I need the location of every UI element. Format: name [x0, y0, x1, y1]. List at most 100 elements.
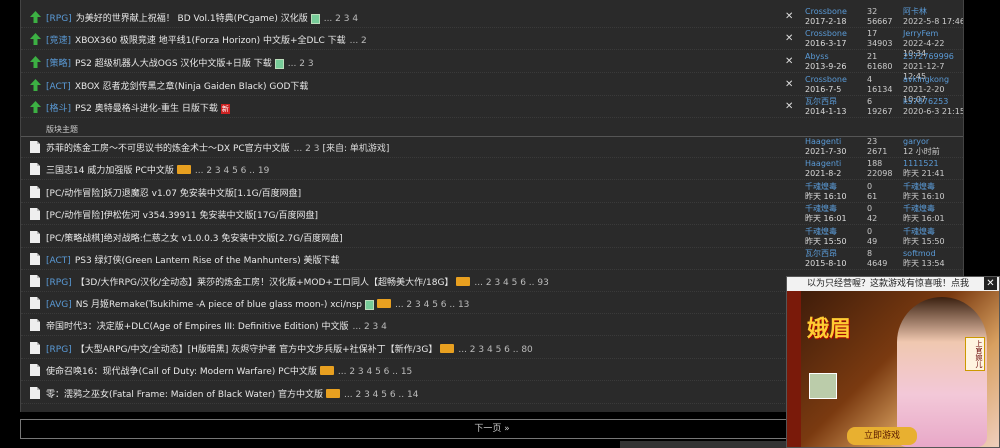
topic-title[interactable]: [PC/动作冒险]伊松佐河 v354.39911 免安装中文版[17G/百度网盘… [46, 211, 318, 221]
author-name[interactable]: 千魂煌毒 [805, 227, 837, 236]
close-icon[interactable]: ✕ [785, 101, 793, 112]
topic-title[interactable]: 帝国时代3：决定版+DLC(Age of Empires III: Defini… [46, 322, 349, 332]
topic-pages[interactable]: ... 2 3 4 5 6 .. 80 [458, 345, 532, 355]
author-name[interactable]: Haagenti [805, 137, 841, 146]
topic-category[interactable]: [RPG] [46, 278, 72, 288]
last-poster[interactable]: 千魂煌毒 [903, 227, 935, 236]
topic-title[interactable]: 三国志14 威力加强版 PC中文版 [46, 166, 174, 176]
topic-title[interactable]: 【大型ARPG/中文/全动态】[H版暗黑] 灰烬守护者 官方中文步兵版+社保补丁… [76, 345, 438, 355]
topic-title[interactable]: NS 月姬Remake(Tsukihime -A piece of blue g… [76, 300, 362, 310]
topic-pages[interactable]: ... 2 3 4 5 6 .. 13 [395, 300, 469, 310]
topic-pages[interactable]: ... 2 3 4 5 6 .. 15 [338, 367, 412, 377]
topic-category[interactable]: [ACT] [46, 82, 71, 92]
topic-title-line[interactable]: [格斗] PS2 奥特曼格斗进化-重生 日版下载新 [46, 101, 230, 114]
topic-title-line[interactable]: 使命召唤16：现代战争(Call of Duty: Modern Warfare… [46, 364, 412, 377]
last-poster[interactable]: JerryFem [903, 29, 938, 38]
author-name[interactable]: Crossbone [805, 75, 847, 84]
topic-title[interactable]: XBOX 忍者龙剑传黑之章(Ninja Gaiden Black) GOD下载 [75, 82, 309, 92]
last-post-time[interactable]: 12 小时前 [903, 147, 940, 156]
topic-title[interactable]: 使命召唤16：现代战争(Call of Duty: Modern Warfare… [46, 367, 317, 377]
topic-category[interactable]: [RPG] [46, 345, 72, 355]
topic-title[interactable]: PS2 超级机器人大战OGS 汉化中文版+日版 下载 [75, 59, 272, 69]
topic-row[interactable]: [PC/动作冒险]妖刀退魔忍 v1.07 免安装中文版[1.1G/百度网盘] 千魂… [21, 181, 963, 203]
topic-row[interactable]: [ACT] PS3 绿灯侠(Green Lantern Rise of the M… [21, 248, 963, 270]
topic-title-line[interactable]: 帝国时代3：决定版+DLC(Age of Empires III: Defini… [46, 319, 387, 332]
ad-header-text[interactable]: 以为只经营喔？这款游戏有惊喜哦！点我 [807, 279, 969, 289]
topic-title-line[interactable]: [策略] PS2 超级机器人大战OGS 汉化中文版+日版 下载 ... 2 3 [46, 56, 314, 69]
last-post-time[interactable]: 昨天 21:41 [903, 169, 945, 178]
topic-title-line[interactable]: [RPG] 为美好的世界献上祝福！ BD Vol.1特典(PCgame) 汉化版.… [46, 11, 358, 24]
last-poster[interactable]: 阿卡林 [903, 7, 927, 16]
ad-header[interactable]: 以为只经营喔？这款游戏有惊喜哦！点我 ✕ [787, 277, 999, 291]
ad-popup[interactable]: 以为只经营喔？这款游戏有惊喜哦！点我 ✕ 娥眉 上官婉儿 立即游戏 [786, 276, 1000, 448]
last-post-time[interactable]: 昨天 16:10 [903, 192, 945, 201]
close-icon[interactable]: ✕ [785, 11, 793, 22]
author-name[interactable]: Crossbone [805, 29, 847, 38]
last-poster[interactable]: garyor [903, 137, 929, 146]
topic-title[interactable]: XBOX360 极限竞速 地平线1(Forza Horizon) 中文版+全DL… [75, 36, 346, 46]
last-poster[interactable]: k57876253 [903, 97, 948, 106]
close-icon[interactable]: ✕ [785, 79, 793, 90]
topic-title-line[interactable]: [PC/动作冒险]伊松佐河 v354.39911 免安装中文版[17G/百度网盘… [46, 208, 318, 221]
topic-title-line[interactable]: [PC/策略战棋]绝对战略:仁慈之女 v1.0.0.3 免安装中文版[2.7G/… [46, 231, 343, 244]
topic-row[interactable]: 三国志14 威力加强版 PC中文版 ... 2 3 4 5 6 .. 19 Haag… [21, 158, 963, 180]
topic-title-line[interactable]: [RPG] 【3D/大作RPG/汉化/全动态】莱莎的炼金工房！汉化版+MOD+エロ… [46, 275, 549, 288]
topic-title-line[interactable]: [PC/动作冒险]妖刀退魔忍 v1.07 免安装中文版[1.1G/百度网盘] [46, 186, 301, 199]
last-poster[interactable]: softmod [903, 249, 936, 258]
author-name[interactable]: 千魂煌毒 [805, 182, 837, 191]
topic-title-line[interactable]: 零：濡鸦之巫女(Fatal Frame: Maiden of Black Wat… [46, 387, 418, 400]
last-post-time[interactable]: 昨天 15:50 [903, 237, 945, 246]
sticky-topic-row[interactable]: [ACT] XBOX 忍者龙剑传黑之章(Ninja Gaiden Black) G… [21, 74, 963, 104]
last-post-time[interactable]: 2022-5-8 17:46 [903, 17, 963, 26]
last-post-time[interactable]: 昨天 13:54 [903, 259, 945, 268]
topic-pages[interactable]: ... 2 3 4 5 6 .. 14 [344, 390, 418, 400]
topic-pages[interactable]: ... 2 [350, 36, 367, 46]
topic-title-line[interactable]: 三国志14 威力加强版 PC中文版 ... 2 3 4 5 6 .. 19 [46, 163, 269, 176]
last-poster[interactable]: 2572769996 [903, 52, 954, 61]
last-poster[interactable]: 1111521 [903, 159, 939, 168]
last-post-time[interactable]: 昨天 16:01 [903, 214, 945, 223]
close-icon[interactable]: ✕ [785, 56, 793, 67]
author-name[interactable]: 千魂煌毒 [805, 204, 837, 213]
topic-title[interactable]: 为美好的世界献上祝福！ BD Vol.1特典(PCgame) 汉化版 [76, 14, 308, 24]
topic-row[interactable]: 苏菲的炼金工房～不可思议书的炼金术士～DX PC官方中文版 ... 2 3 [来自:… [21, 136, 963, 158]
topic-title-line[interactable]: [ACT] PS3 绿灯侠(Green Lantern Rise of the M… [46, 253, 340, 266]
topic-title[interactable]: PS3 绿灯侠(Green Lantern Rise of the Manhun… [75, 256, 340, 266]
author-name[interactable]: 瓦尔西昂 [805, 97, 837, 106]
topic-category[interactable]: [策略] [46, 59, 71, 69]
topic-title-line[interactable]: [AVG] NS 月姬Remake(Tsukihime -A piece of b… [46, 297, 469, 310]
topic-title[interactable]: PS2 奥特曼格斗进化-重生 日版下载 [75, 104, 218, 114]
topic-pages[interactable]: ... 2 3 4 [353, 322, 387, 332]
topic-title-line[interactable]: [RPG] 【大型ARPG/中文/全动态】[H版暗黑] 灰烬守护者 官方中文步兵版… [46, 342, 533, 355]
author-name[interactable]: Abyss [805, 52, 829, 61]
topic-source[interactable]: [来自: 单机游戏] [322, 144, 389, 154]
topic-pages[interactable]: ... 2 3 [288, 59, 314, 69]
topic-title[interactable]: [PC/动作冒险]妖刀退魔忍 v1.07 免安装中文版[1.1G/百度网盘] [46, 189, 301, 199]
author-name[interactable]: 瓦尔西昂 [805, 249, 837, 258]
topic-title[interactable]: [PC/策略战棋]绝对战略:仁慈之女 v1.0.0.3 免安装中文版[2.7G/… [46, 234, 343, 244]
topic-category[interactable]: [竞速] [46, 36, 71, 46]
topic-pages[interactable]: ... 2 3 4 5 6 .. 19 [195, 166, 269, 176]
topic-pages[interactable]: ... 2 3 4 5 6 .. 93 [474, 278, 548, 288]
sticky-topic-row[interactable]: [格斗] PS2 奥特曼格斗进化-重生 日版下载新 ✕ 瓦尔西昂 2014-1-13 6 1… [21, 96, 963, 118]
topic-category[interactable]: [格斗] [46, 104, 71, 114]
author-name[interactable]: Crossbone [805, 7, 847, 16]
topic-pages[interactable]: ... 2 3 4 [324, 14, 358, 24]
topic-title-line[interactable]: [ACT] XBOX 忍者龙剑传黑之章(Ninja Gaiden Black) G… [46, 79, 308, 92]
topic-category[interactable]: [ACT] [46, 256, 71, 266]
topic-title-line[interactable]: [竞速] XBOX360 极限竞速 地平线1(Forza Horizon) 中文版… [46, 33, 367, 46]
last-post-time[interactable]: 2020-6-3 21:15 [903, 107, 963, 116]
last-poster[interactable]: avkingkong [903, 75, 949, 84]
topic-title[interactable]: 苏菲的炼金工房～不可思议书的炼金术士～DX PC官方中文版 [46, 144, 290, 154]
topic-category[interactable]: [RPG] [46, 14, 72, 24]
last-poster[interactable]: 千魂煌毒 [903, 182, 935, 191]
author-name[interactable]: Haagenti [805, 159, 841, 168]
sticky-topic-row[interactable]: [RPG] 为美好的世界献上祝福！ BD Vol.1特典(PCgame) 汉化版.… [21, 6, 963, 28]
sticky-topic-row[interactable]: [策略] PS2 超级机器人大战OGS 汉化中文版+日版 下载 ... 2 3 ✕ Ab… [21, 51, 963, 81]
close-icon[interactable]: ✕ [785, 33, 793, 44]
close-icon[interactable]: ✕ [984, 277, 997, 290]
topic-row[interactable]: [PC/动作冒险]伊松佐河 v354.39911 免安装中文版[17G/百度网盘… [21, 203, 963, 225]
sticky-topic-row[interactable]: [竞速] XBOX360 极限竞速 地平线1(Forza Horizon) 中文版… [21, 28, 963, 58]
topic-title[interactable]: 零：濡鸦之巫女(Fatal Frame: Maiden of Black Wat… [46, 390, 323, 400]
topic-category[interactable]: [AVG] [46, 300, 72, 310]
